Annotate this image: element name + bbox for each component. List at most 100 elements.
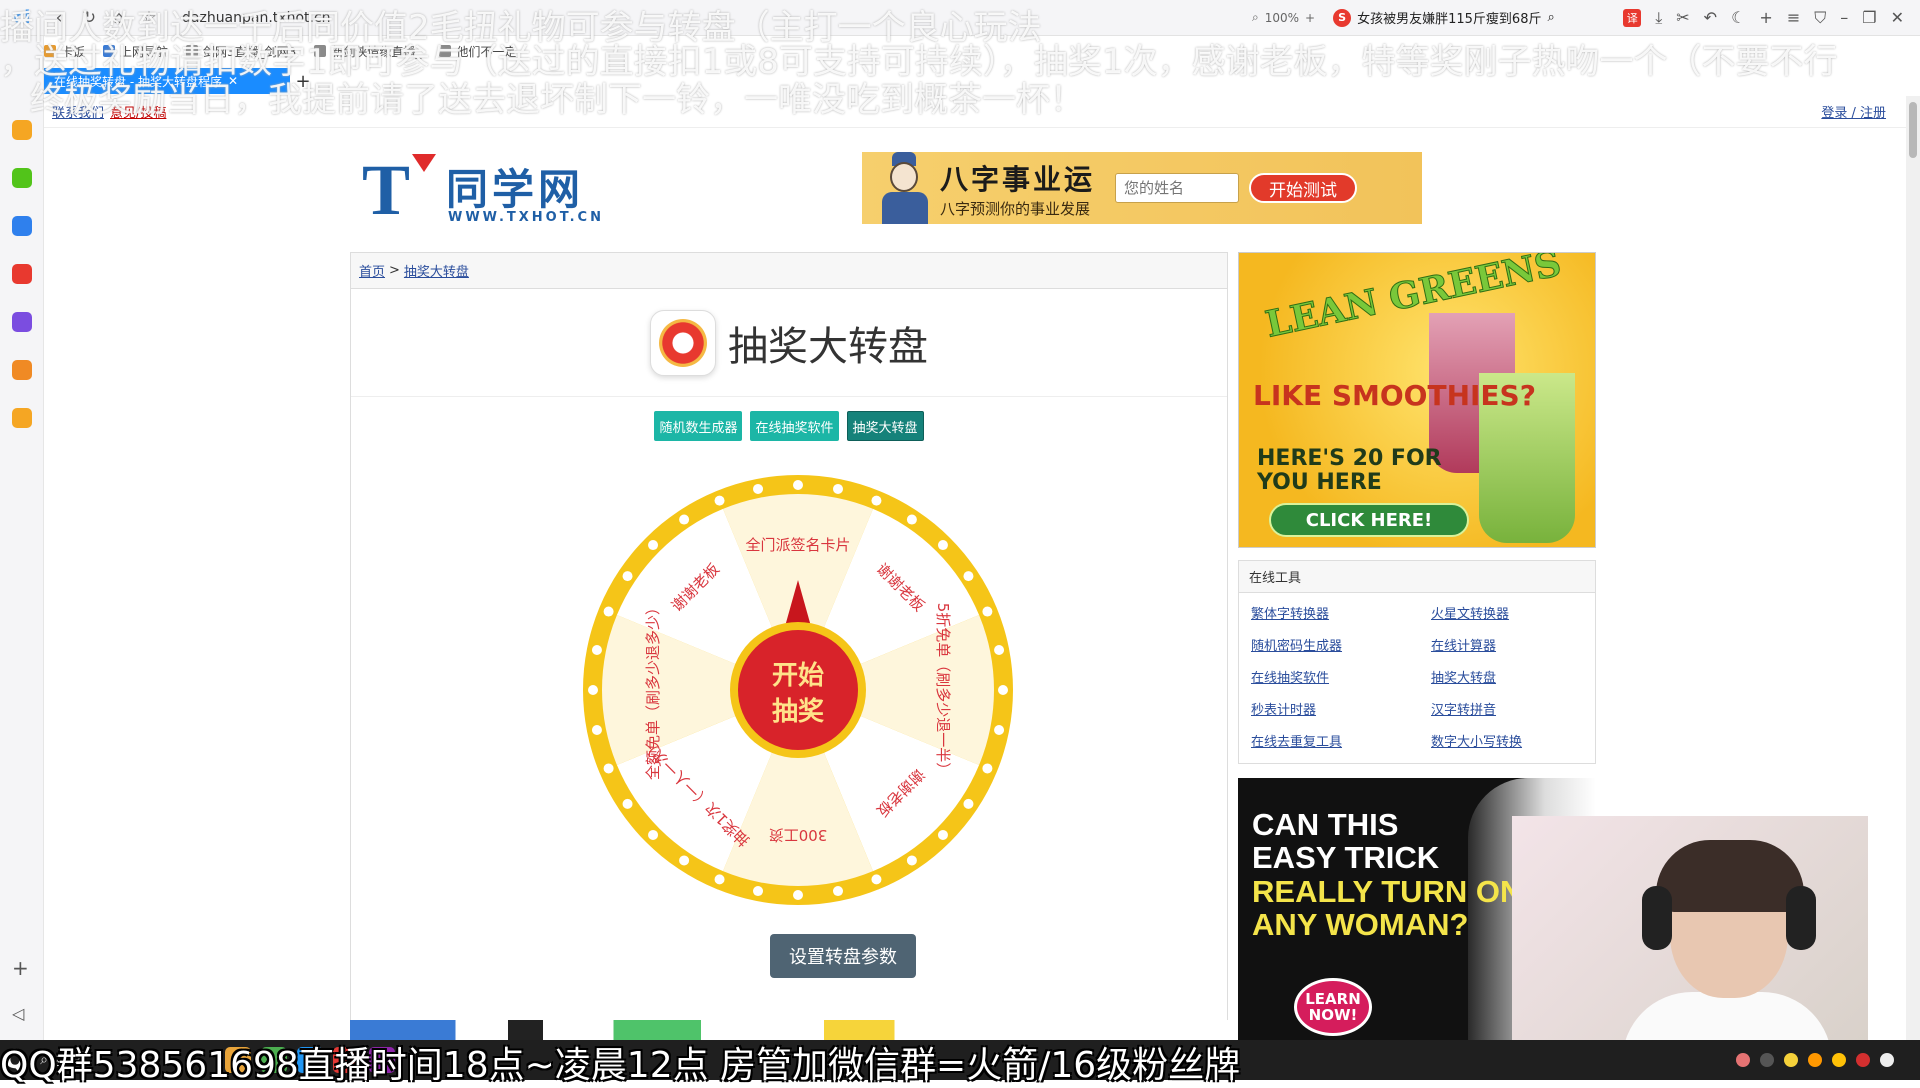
app-icon[interactable] [12,312,32,332]
online-lottery-button[interactable]: 在线抽奖软件 [750,411,839,441]
tool-link[interactable]: 繁体字转换器 [1251,603,1431,622]
login-link[interactable]: 登录 / 注册 [1821,102,1886,121]
notification-icon[interactable] [1880,1053,1894,1067]
contact-link[interactable]: 联系我们 [52,102,104,121]
browser-actions: 译 ⤓ ✂ ↶ ☾ + ≡ ⛉ – ❐ ✕ [1623,8,1920,28]
name-input[interactable] [1115,173,1240,203]
new-tab-button[interactable]: + [290,71,316,92]
tray-icon[interactable] [1808,1053,1822,1067]
wheel-light-dot [648,540,659,551]
app-icon[interactable] [12,360,32,380]
close-tab-icon[interactable]: ✕ [228,74,238,88]
close-icon[interactable]: ✕ [1891,8,1904,27]
bookmark-item[interactable]: 上网导航 [103,43,168,60]
top-links: 联系我们 意见/投稿 登录 / 注册 [44,96,1906,128]
bookmark-item[interactable]: 卡饭 [44,43,85,60]
collapse-icon[interactable]: ◁ [12,1004,24,1023]
tray-icon[interactable] [1760,1053,1774,1067]
tray-icon[interactable] [1856,1053,1870,1067]
fortune-teller-image [862,152,940,224]
bookmark-label: 新剑侠情缘直播_ [331,44,422,59]
zoom-in-icon[interactable]: + [1305,11,1315,25]
app-icon[interactable] [12,216,32,236]
taskbar-app-icon[interactable] [369,1047,396,1073]
tool-link[interactable]: 抽奖大转盘 [1431,667,1601,686]
tool-link[interactable]: 火星文转换器 [1431,603,1601,622]
page-scrollbar[interactable] [1906,96,1920,1040]
wheel-light-dot [714,495,725,506]
taskbar-search[interactable]: ⌕ 搜索 [40,1050,220,1070]
tray-icon[interactable] [1784,1053,1798,1067]
night-mode-icon[interactable]: ☾ [1731,8,1745,27]
minimize-icon[interactable]: – [1840,8,1848,27]
site-logo[interactable]: T 同学网 WWW.TXHOT.CN [362,152,622,228]
bookmark-item[interactable]: 新剑侠情缘直播_ [314,43,421,60]
taskbar-app-icon[interactable] [225,1047,252,1073]
hot-search-text[interactable]: 女孩被男友嫌胖115斤瘦到68斤 [1357,8,1541,27]
wheel-light-dot [588,685,598,695]
start-test-button[interactable]: 开始测试 [1249,173,1358,203]
wheel-light-dot [937,829,948,840]
back-icon[interactable]: ‹ [44,3,74,33]
wheel-light-dot [994,645,1005,656]
tool-link[interactable]: 秒表计时器 [1251,699,1431,718]
reload-icon[interactable]: ↻ [74,3,104,33]
banner-subtitle: 八字预测你的事业发展 [940,199,1091,218]
search-icon[interactable]: ⌕ [1547,10,1554,25]
breadcrumb: 首页 > 抽奖大转盘 [351,253,1227,289]
breadcrumb-current[interactable]: 抽奖大转盘 [404,261,469,280]
hot-search[interactable]: S 女孩被男友嫌胖115斤瘦到68斤 ⌕ [1333,8,1555,27]
smoothie-ad[interactable]: LEAN GREENS LIKE SMOOTHIES? HERE'S 20 FO… [1238,252,1596,548]
taskbar-app-icon[interactable] [297,1047,324,1073]
click-here-button[interactable]: CLICK HERE! [1269,503,1469,537]
tool-link[interactable]: 在线抽奖软件 [1251,667,1431,686]
shirt-icon[interactable]: ⛉ [1814,8,1826,28]
wheel-light-dot [906,514,917,525]
wheel-settings-button[interactable]: 设置转盘参数 [770,934,916,978]
app-icon[interactable] [12,264,32,284]
home-icon[interactable]: ⌂ [104,3,134,33]
restore-icon[interactable]: ❐ [1862,8,1876,27]
menu-icon[interactable]: ≡ [1787,8,1800,27]
tab-active[interactable]: 在线抽奖转盘 - 抽奖大转盘程序 ✕ [44,68,290,94]
bookmark-item[interactable]: 剑网3直播_剑网3 [186,43,296,60]
taskbar-app-icon[interactable] [333,1047,360,1073]
wheel-button[interactable]: 抽奖大转盘 [846,411,924,441]
download-icon[interactable]: ⤓ [1655,8,1662,28]
translate-icon[interactable]: 译 [1623,8,1642,27]
star-icon[interactable]: ☆ [134,3,164,33]
bookmark-item[interactable]: 他们不一定 [439,43,516,60]
scissors-icon[interactable]: ✂ [1676,8,1689,27]
breadcrumb-home[interactable]: 首页 [359,261,385,280]
qq-icon[interactable]: Q [4,1045,26,1075]
app-icon[interactable] [12,168,32,188]
bottom-ad-strip[interactable] [350,1020,1228,1040]
add-icon[interactable]: + [12,956,29,980]
wheel-prize-label: 全门派签名卡片 [745,536,850,554]
tool-link[interactable]: 数字大小写转换 [1431,731,1601,750]
learn-now-button[interactable]: LEARN NOW! [1294,978,1372,1036]
wheel-light-dot [622,571,633,582]
tool-link[interactable]: 在线去重复工具 [1251,731,1431,750]
wheel-light-dot [714,874,725,885]
wheel-light-dot [622,798,633,809]
undo-icon[interactable]: ↶ [1704,8,1717,27]
scroll-thumb[interactable] [1909,102,1917,158]
tool-link[interactable]: 随机密码生成器 [1251,635,1431,654]
wheel-light-dot [963,798,974,809]
prize-wheel[interactable]: 全门派签名卡片谢谢老板5折免单（刷多少退一半）谢谢老板300工资抽奖1次（一人一… [583,475,1013,905]
zoom-control[interactable]: ⌕ 100% + [1252,10,1315,25]
tray-icon[interactable] [1832,1053,1846,1067]
new-tab-icon[interactable]: + [1759,8,1772,27]
app-icon[interactable] [12,120,32,140]
feedback-link[interactable]: 意见/投稿 [110,102,166,121]
tray-icon[interactable] [1736,1053,1750,1067]
tool-link[interactable]: 汉字转拼音 [1431,699,1601,718]
random-number-button[interactable]: 随机数生成器 [654,411,743,441]
header: T 同学网 WWW.TXHOT.CN 八字事业运 八字预测你的事业发展 开始测试 [362,152,1472,228]
bazi-banner-ad[interactable]: 八字事业运 八字预测你的事业发展 开始测试 [862,152,1422,224]
taskbar-app-icon[interactable] [261,1047,288,1073]
app-icon[interactable] [12,408,32,428]
address-bar[interactable]: dazhuanpan.txhot.cn [172,5,1012,31]
tool-link[interactable]: 在线计算器 [1431,635,1601,654]
